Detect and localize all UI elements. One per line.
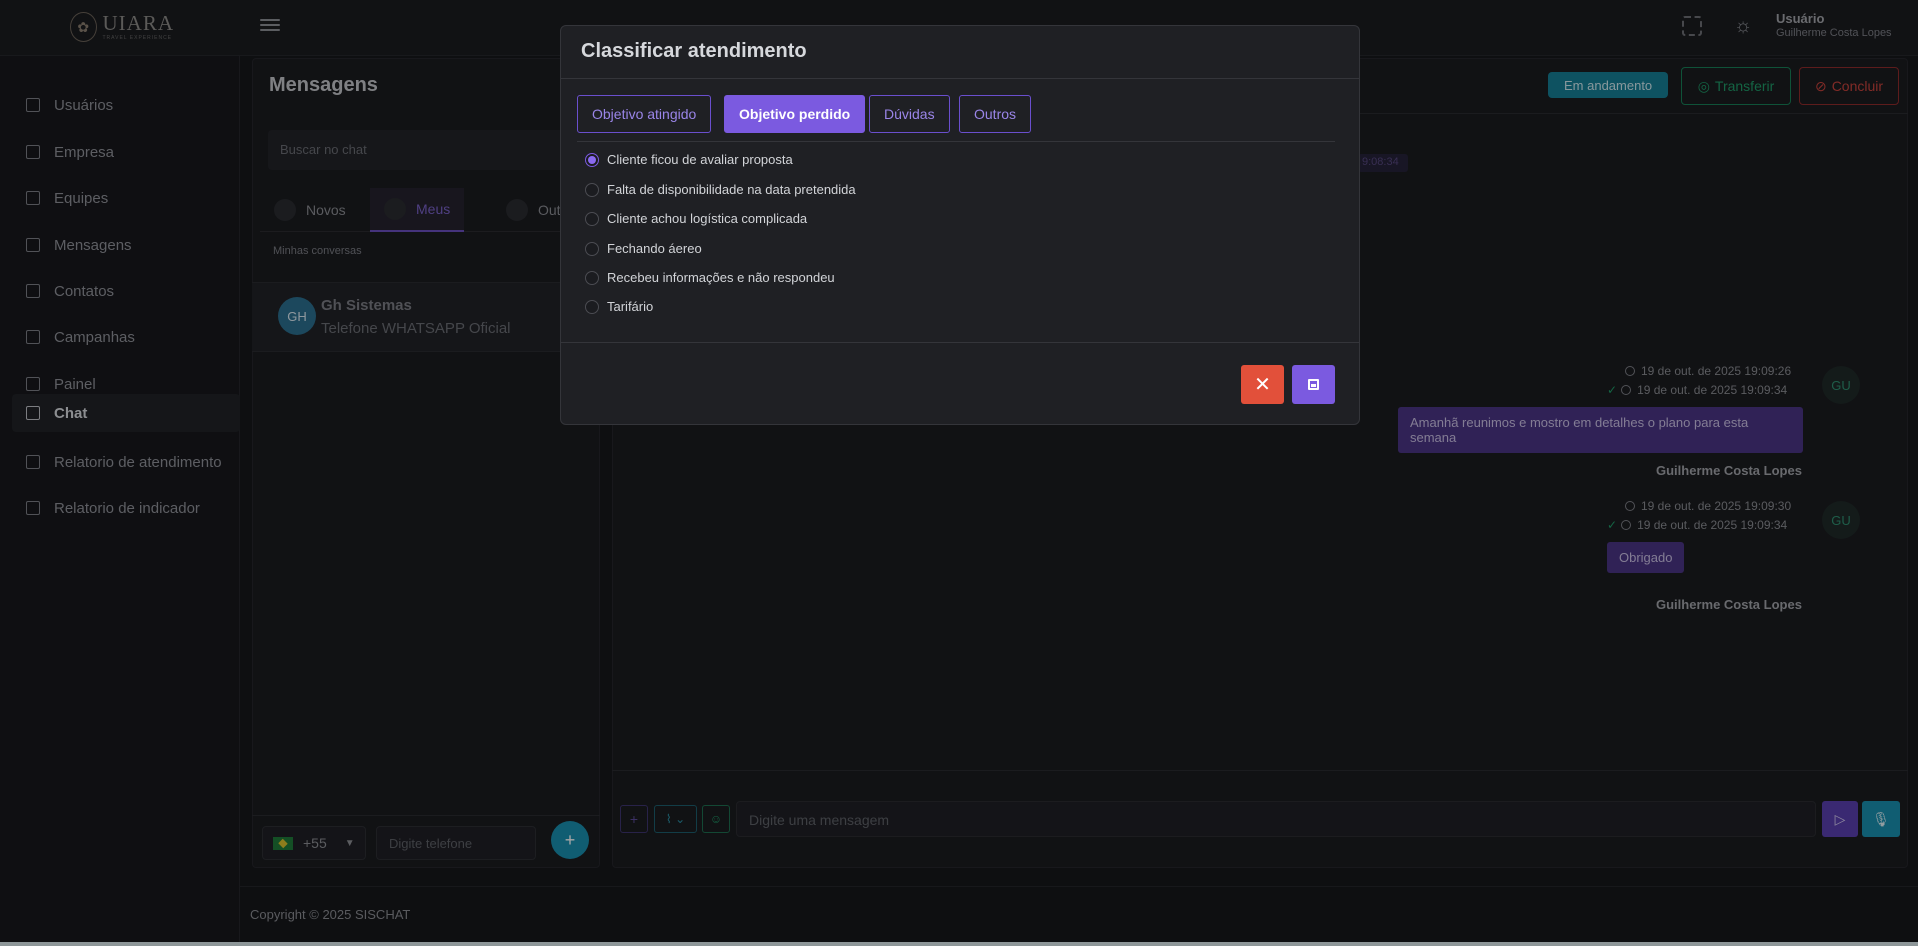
tab-outros[interactable]: Outros xyxy=(959,95,1032,133)
tab-duvidas[interactable]: Dúvidas xyxy=(869,95,950,133)
option-tarifario[interactable]: Tarifário xyxy=(585,299,653,314)
option-logistica-complicada[interactable]: Cliente achou logística complicada xyxy=(585,211,807,226)
divider xyxy=(577,141,1335,142)
save-button[interactable] xyxy=(1292,365,1335,404)
radio-button[interactable] xyxy=(585,299,599,314)
divider xyxy=(561,342,1359,343)
divider xyxy=(561,78,1359,79)
option-avaliar-proposta[interactable]: Cliente ficou de avaliar proposta xyxy=(585,152,793,167)
tab-objetivo-perdido[interactable]: Objetivo perdido xyxy=(724,95,866,133)
option-falta-disponibilidade[interactable]: Falta de disponibilidade na data pretend… xyxy=(585,182,856,197)
option-nao-respondeu[interactable]: Recebeu informações e não respondeu xyxy=(585,270,835,285)
close-icon: ✕ xyxy=(1254,374,1271,396)
tab-objetivo-atingido[interactable]: Objetivo atingido xyxy=(577,95,712,133)
radio-button[interactable] xyxy=(585,241,599,256)
option-label: Tarifário xyxy=(607,299,654,314)
option-label: Falta de disponibilidade na data pretend… xyxy=(607,182,856,197)
option-label: Cliente achou logística complicada xyxy=(607,211,808,226)
option-label: Cliente ficou de avaliar proposta xyxy=(607,152,793,167)
option-label: Fechando áereo xyxy=(607,241,702,256)
cancel-button[interactable]: ✕ xyxy=(1241,365,1284,404)
radio-button[interactable] xyxy=(585,211,599,226)
save-icon xyxy=(1308,379,1319,390)
radio-button[interactable] xyxy=(585,270,599,285)
radio-button[interactable] xyxy=(585,152,599,167)
radio-button[interactable] xyxy=(585,182,599,197)
option-label: Recebeu informações e não respondeu xyxy=(607,270,835,285)
modal-title: Classificar atendimento xyxy=(581,40,807,62)
option-fechando-aereo[interactable]: Fechando áereo xyxy=(585,241,702,256)
